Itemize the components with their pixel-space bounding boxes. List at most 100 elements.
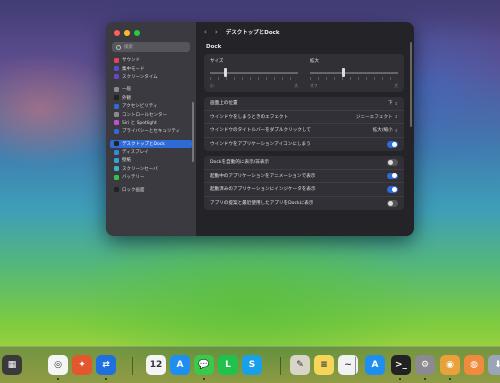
sidebar-item[interactable]: 集中モード (106, 64, 196, 72)
appstore-icon[interactable]: A (170, 355, 190, 375)
popup-value: 下 (388, 101, 393, 107)
notes-icon[interactable]: ≡ (314, 355, 334, 375)
popup-value: 拡大/縮小 (372, 128, 393, 134)
setting-label: アプリの提案と最近使用したアプリをDockに表示 (210, 201, 314, 207)
dock-glyph: ⇄ (102, 360, 110, 370)
finder-icon[interactable]: ◉ (440, 355, 460, 375)
dock-glyph: 12 (149, 360, 163, 370)
sidebar-item-label: 一般 (122, 87, 131, 93)
appearance-icon (114, 95, 119, 101)
messages-icon[interactable]: 💬 (194, 355, 214, 375)
sidebar-item[interactable]: ディスプレイ (106, 148, 196, 156)
sidebar-item-label: Siri と Spotlight (122, 120, 157, 126)
photos-icon[interactable]: ▦ (2, 355, 22, 375)
dock: ▦ ◎ ✦ ⇄ 12 A 💬 L S ✎ ≡ ~ A >_ ⚙ ◉ ◍ ⬇ (0, 346, 500, 383)
size-ticks (210, 77, 298, 80)
chevron-updown-icon: ⇕ (394, 127, 398, 133)
size-min-label: 小 (210, 83, 214, 88)
toggle-switch[interactable] (387, 141, 398, 148)
toggle-switch[interactable] (387, 159, 398, 166)
search-icon (116, 44, 121, 50)
magnify-label: 拡大 (310, 59, 319, 64)
running-indicator (105, 378, 107, 380)
display-icon (114, 149, 119, 155)
setting-row: ウインドウをしまうときのエフェクト ジニーエフェクト ⇕ (204, 111, 404, 124)
line-icon[interactable]: L (218, 355, 238, 375)
screensaver-icon (114, 166, 119, 172)
compass-icon[interactable]: ✦ (72, 355, 92, 375)
sidebar-item[interactable]: スクリーンタイム (106, 73, 196, 81)
size-track (210, 72, 298, 74)
skype-icon[interactable]: S (242, 355, 262, 375)
sidebar-item-label: デスクトップとDock (122, 141, 165, 147)
sidebar: 検索 サウンド 集中モード スクリーンタイム一般 外観アクセシビリティコントロールセン… (106, 22, 196, 236)
downloads-icon[interactable]: ⬇ (488, 355, 500, 375)
forward-arrow-icon[interactable]: › (215, 28, 218, 36)
size-slider[interactable]: サイズ 小 大 (210, 58, 298, 88)
sidebar-scrollbar[interactable] (192, 102, 194, 162)
sidebar-item-label: ロック画面 (122, 187, 145, 193)
toggle-switch[interactable] (387, 200, 398, 207)
running-indicator (203, 378, 205, 380)
sidebar-item[interactable]: 外観 (106, 94, 196, 102)
dock-glyph: A (371, 360, 379, 370)
setting-label: ウインドウをしまうときのエフェクト (210, 114, 289, 120)
teamviewer-icon[interactable]: ⇄ (96, 355, 116, 375)
screentime-icon (114, 74, 119, 80)
search-placeholder: 検索 (124, 45, 133, 50)
sidebar-item[interactable]: ロック画面 (106, 185, 196, 193)
sidebar-item[interactable]: プライバシーとセキュリティ (106, 127, 196, 135)
dock-divider (355, 357, 356, 375)
setting-row: ウインドウのタイトルバーをダブルクリックして 拡大/縮小 ⇕ (204, 124, 404, 138)
calendar-icon[interactable]: 12 (146, 355, 166, 375)
dock-glyph: ◎ (54, 360, 62, 370)
sidebar-item[interactable]: 一般 (106, 85, 196, 93)
magnify-slider[interactable]: 拡大 オフ 大 (310, 58, 398, 88)
settings-icon[interactable]: ⚙ (415, 355, 435, 375)
dock-glyph: A (176, 360, 184, 370)
sidebar-list: サウンド 集中モード スクリーンタイム一般 外観アクセシビリティコントロールセンター S… (106, 56, 196, 194)
dock-glyph: ~ (344, 360, 352, 370)
close-button[interactable] (114, 30, 120, 36)
launchpad-icon[interactable]: ◍ (464, 355, 484, 375)
running-indicator (57, 378, 59, 380)
sidebar-item[interactable]: バッテリー (106, 173, 196, 181)
sidebar-item[interactable]: コントロールセンター (106, 110, 196, 118)
search-input[interactable]: 検索 (112, 42, 190, 52)
sidebar-item[interactable]: アクセシビリティ (106, 102, 196, 110)
main-scrollbar[interactable] (410, 42, 412, 127)
setting-label: 起動済みのアプリケーションにインジケータを表示 (210, 187, 316, 193)
toggle-switch[interactable] (387, 186, 398, 193)
sidebar-item-label: コントロールセンター (122, 112, 167, 118)
minimize-button[interactable] (124, 30, 130, 36)
size-slider-knob[interactable] (224, 68, 228, 77)
safari-icon[interactable]: ◎ (48, 355, 68, 375)
magnify-min-label: オフ (310, 83, 318, 88)
toggle-switch[interactable] (387, 172, 398, 179)
sidebar-separator (106, 136, 196, 140)
sound-icon (114, 57, 119, 63)
sidebar-item[interactable]: Siri と Spotlight (106, 119, 196, 127)
sidebar-item[interactable]: 壁紙 (106, 156, 196, 164)
zoom-button[interactable] (134, 30, 140, 36)
popup-button[interactable]: 拡大/縮小 ⇕ (372, 127, 398, 134)
back-arrow-icon[interactable]: ‹ (204, 28, 207, 36)
settings-group-window: 画面上の位置下 ⇕ ウインドウをしまうときのエフェクト ジニーエフェクト ⇕ ウインドウの… (204, 97, 404, 151)
appstore2-icon[interactable]: A (365, 355, 385, 375)
setting-row: 起動中のアプリケーションをアニメーションで表示 (204, 170, 404, 183)
chevron-updown-icon: ⇕ (394, 114, 398, 120)
terminal-icon[interactable]: >_ (391, 355, 411, 375)
sidebar-item[interactable]: スクリーンセーバ (106, 165, 196, 173)
sidebar-item-label: スクリーンセーバ (122, 166, 158, 172)
preview-icon[interactable]: ✎ (290, 355, 310, 375)
popup-button[interactable]: ジニーエフェクト ⇕ (356, 114, 398, 120)
sidebar-item[interactable]: サウンド (106, 56, 196, 64)
dock-glyph: ≡ (320, 360, 328, 370)
battery-icon (114, 174, 119, 180)
popup-button[interactable]: 下 ⇕ (388, 100, 398, 107)
magnify-slider-knob[interactable] (341, 68, 345, 77)
sidebar-item-label: アクセシビリティ (122, 104, 158, 110)
sidebar-item[interactable]: デスクトップとDock (110, 139, 192, 148)
setting-label: 起動中のアプリケーションをアニメーションで表示 (210, 173, 316, 179)
slider-panel: サイズ 小 大 拡大 オフ 大 (204, 54, 404, 92)
